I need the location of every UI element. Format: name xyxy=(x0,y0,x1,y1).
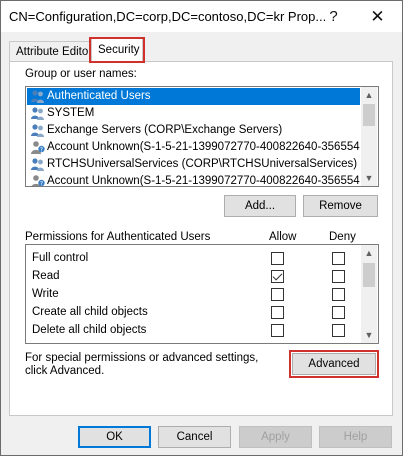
permission-label: Write xyxy=(32,288,59,300)
group-users-icon xyxy=(30,157,45,172)
permission-label: Full control xyxy=(32,252,89,264)
advanced-highlight xyxy=(289,350,379,378)
properties-dialog: CN=Configuration,DC=corp,DC=contoso,DC=k… xyxy=(0,0,403,456)
apply-button[interactable]: Apply xyxy=(239,426,312,448)
deny-checkbox[interactable] xyxy=(332,306,345,319)
special-permissions-text: For special permissions or advanced sett… xyxy=(25,352,259,377)
permissions-scrollbar[interactable]: ▲ ▼ xyxy=(361,245,377,343)
list-item[interactable]: ? Account Unknown(S-1-5-21-1399072770-400… xyxy=(27,173,360,187)
allow-checkbox[interactable] xyxy=(271,306,284,319)
deny-checkbox[interactable] xyxy=(332,288,345,301)
user-name: Account Unknown(S-1-5-21-1399072770-4008… xyxy=(47,175,360,187)
close-icon[interactable]: ✕ xyxy=(355,1,400,32)
deny-checkbox[interactable] xyxy=(332,270,345,283)
deny-checkbox[interactable] xyxy=(332,252,345,265)
deny-checkbox[interactable] xyxy=(332,324,345,337)
permission-label: Read xyxy=(32,270,60,282)
scroll-thumb[interactable] xyxy=(363,263,375,287)
permissions-list[interactable]: Full control Read Write Create all child ob… xyxy=(25,244,379,344)
svg-text:?: ? xyxy=(40,146,43,153)
permission-label: Create all child objects xyxy=(32,306,148,318)
allow-header: Allow xyxy=(269,231,297,243)
group-users-icon xyxy=(30,106,45,121)
group-users-icon xyxy=(30,123,45,138)
add-button[interactable]: Add... xyxy=(224,195,296,217)
list-item[interactable]: RTCHSUniversalServices (CORP\RTCHSUniver… xyxy=(27,156,360,173)
scroll-thumb[interactable] xyxy=(363,104,375,126)
unknown-user-icon: ? xyxy=(30,140,45,155)
deny-header: Deny xyxy=(329,231,356,243)
scroll-down-icon[interactable]: ▼ xyxy=(361,170,377,186)
user-name: Exchange Servers (CORP\Exchange Servers) xyxy=(47,124,283,136)
scroll-up-icon[interactable]: ▲ xyxy=(361,87,377,103)
ok-button[interactable]: OK xyxy=(78,426,151,448)
scroll-up-icon[interactable]: ▲ xyxy=(361,245,377,261)
scroll-down-icon[interactable]: ▼ xyxy=(361,327,377,343)
list-item[interactable]: Authenticated Users xyxy=(27,88,360,105)
list-item[interactable]: Exchange Servers (CORP\Exchange Servers) xyxy=(27,122,360,139)
help-icon[interactable]: ? xyxy=(311,1,356,32)
list-item[interactable]: ? Account Unknown(S-1-5-21-1399072770-400… xyxy=(27,139,360,156)
unknown-user-icon: ? xyxy=(30,174,45,187)
group-users-icon xyxy=(30,89,45,104)
list-item[interactable]: SYSTEM xyxy=(27,105,360,122)
user-name: Authenticated Users xyxy=(47,90,151,102)
user-name: RTCHSUniversalServices (CORP\RTCHSUniver… xyxy=(47,158,358,170)
allow-checkbox[interactable] xyxy=(271,270,284,283)
help-button[interactable]: Help xyxy=(319,426,392,448)
window-title: CN=Configuration,DC=corp,DC=contoso,DC=k… xyxy=(9,9,327,24)
tab-attribute-editor[interactable]: Attribute Editor xyxy=(9,41,92,62)
allow-checkbox[interactable] xyxy=(271,252,284,265)
title-bar[interactable]: CN=Configuration,DC=corp,DC=contoso,DC=k… xyxy=(1,1,402,32)
group-users-label: Group or user names: xyxy=(25,68,137,80)
permissions-header: Permissions for Authenticated Users xyxy=(25,231,211,243)
allow-checkbox[interactable] xyxy=(271,324,284,337)
svg-text:?: ? xyxy=(40,180,43,187)
allow-checkbox[interactable] xyxy=(271,288,284,301)
remove-button[interactable]: Remove xyxy=(303,195,378,217)
user-name: Account Unknown(S-1-5-21-1399072770-4008… xyxy=(47,141,360,153)
security-tab-highlight xyxy=(89,37,145,63)
cancel-button[interactable]: Cancel xyxy=(158,426,231,448)
user-name: SYSTEM xyxy=(47,107,95,119)
permission-label: Delete all child objects xyxy=(32,324,147,336)
user-list-scrollbar[interactable]: ▲ ▼ xyxy=(361,87,377,186)
user-list[interactable]: Authenticated Users SYSTEM Exchange Server… xyxy=(25,86,379,187)
